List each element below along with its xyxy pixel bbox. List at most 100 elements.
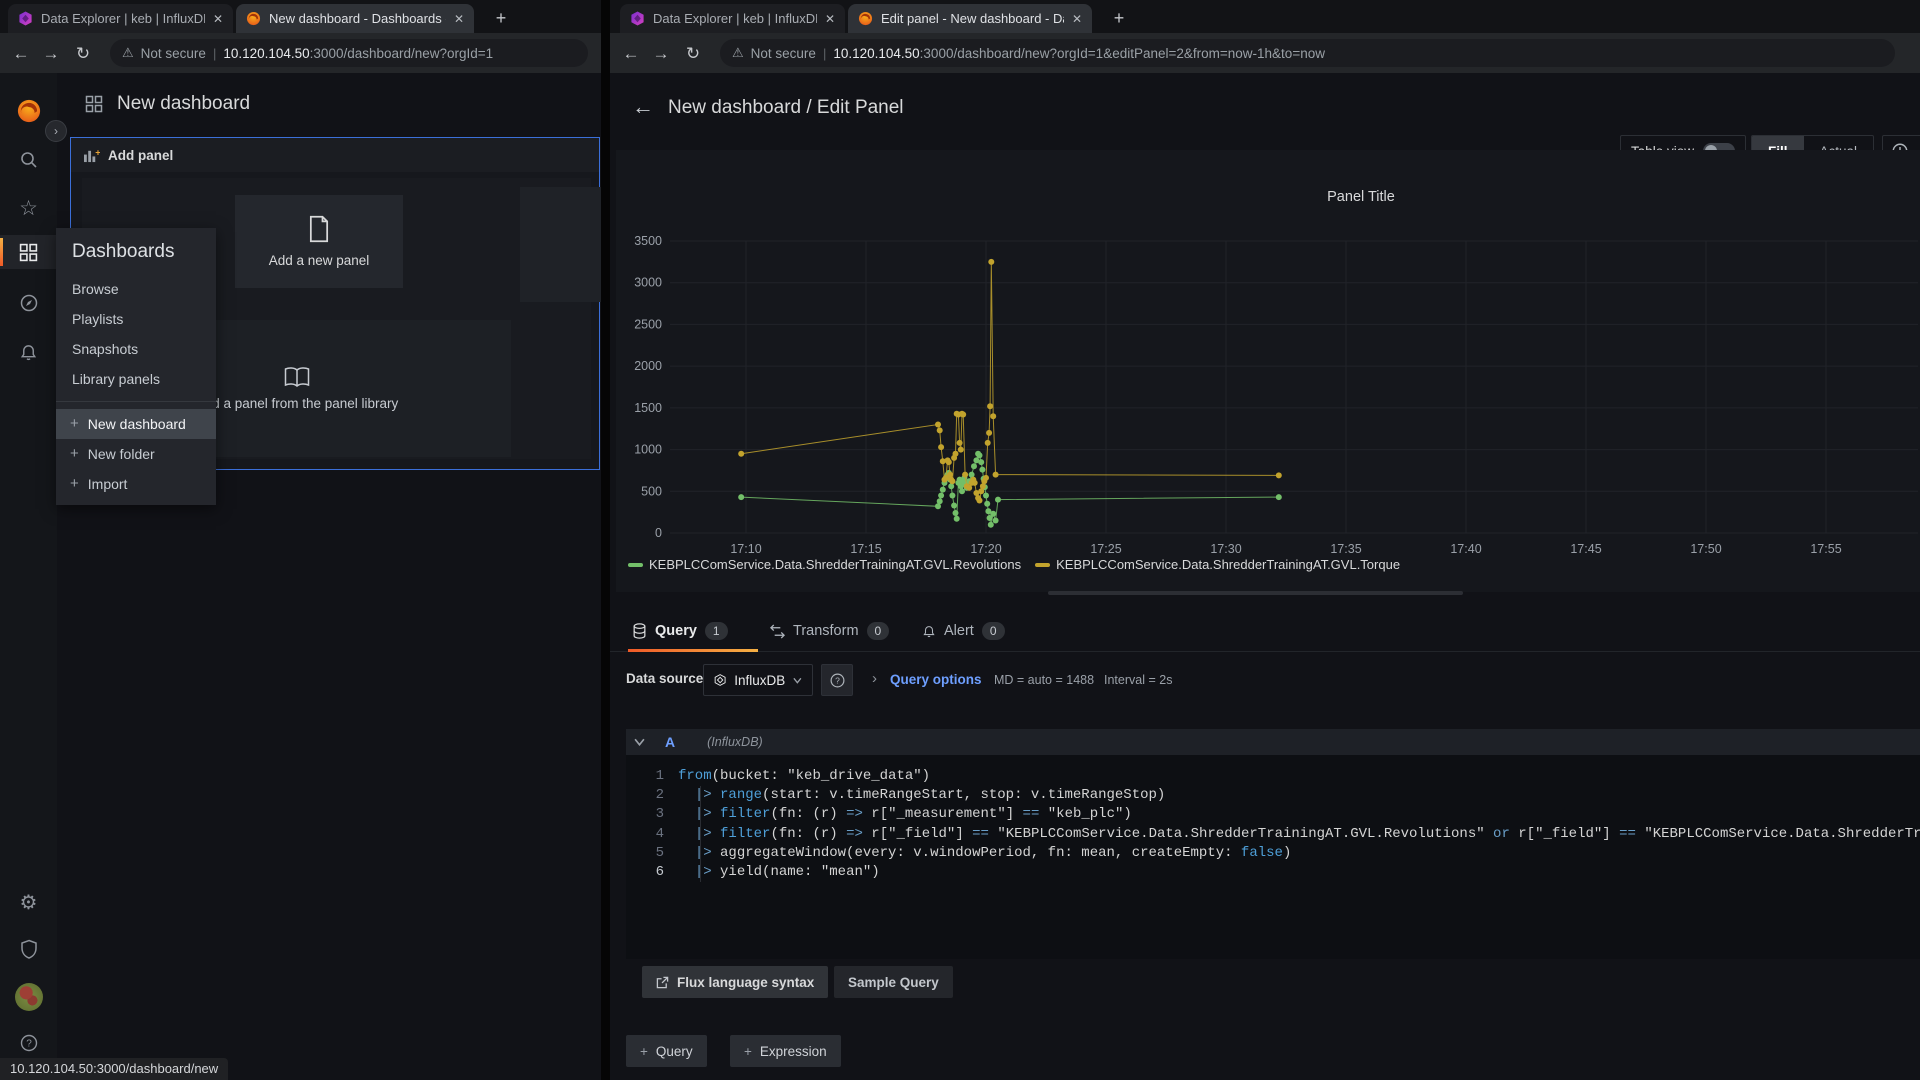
not-secure-warning-icon[interactable]: ⚠ [732,45,744,61]
back-arrow-icon[interactable]: ← [632,94,654,120]
reload-button[interactable]: ↻ [680,41,706,67]
grafana-new-dashboard-page: ☆ [0,73,601,1080]
horizontal-scrollbar[interactable] [1048,591,1463,595]
sample-query-button[interactable]: Sample Query [834,966,953,998]
tab-close-icon[interactable]: ✕ [1072,12,1082,26]
grafana-logo[interactable] [0,98,57,124]
menu-action-import[interactable]: + Import [56,469,216,499]
back-button[interactable]: ← [8,41,34,67]
svg-text:3000: 3000 [634,276,662,290]
svg-text:17:35: 17:35 [1330,542,1361,556]
new-tab-button[interactable]: + [1108,8,1130,30]
menu-action-new-folder[interactable]: + New folder [56,439,216,469]
security-label: Not secure [141,46,206,61]
add-panel-header[interactable]: + Add panel [71,138,599,172]
plus-icon: + [640,1044,648,1059]
forward-button[interactable]: → [648,41,674,67]
grafana-favicon [858,11,873,26]
plus-icon: + [70,439,79,469]
menu-action-new-dashboard[interactable]: + New dashboard [56,409,216,439]
admin-shield-icon[interactable] [0,936,57,962]
add-query-button[interactable]: + Query [626,1035,707,1067]
legend-series-name: KEBPLCComService.Data.ShredderTrainingAT… [649,557,1021,572]
code-line[interactable]: 3 |> filter(fn: (r) => r["_measurement"]… [626,805,1920,824]
tab-title: Edit panel - New dashboard - Da [881,11,1064,26]
legend-item[interactable]: KEBPLCComService.Data.ShredderTrainingAT… [628,557,1021,572]
legend-swatch [1035,563,1050,567]
time-series-chart[interactable]: 050010001500200025003000350017:1017:1517… [618,155,1918,585]
desktop: Data Explorer | keb | InfluxDB ✕ New das… [0,0,1920,1080]
user-avatar[interactable] [0,983,57,1011]
datasource-picker[interactable]: InfluxDB [703,664,813,696]
add-new-panel-tile[interactable]: Add a new panel [235,195,403,288]
tab-close-icon[interactable]: ✕ [825,12,835,26]
code-line[interactable]: 5 |> aggregateWindow(every: v.windowPeri… [626,844,1920,863]
tab-alert[interactable]: Alert 0 [922,612,1005,650]
line-number: 3 [626,805,678,824]
code-text: from(bucket: "keb_drive_data") [678,767,930,786]
legend-series-name: KEBPLCComService.Data.ShredderTrainingAT… [1056,557,1400,572]
search-icon[interactable] [0,147,57,173]
code-text: |> aggregateWindow(every: v.windowPeriod… [678,844,1291,863]
menu-item-browse[interactable]: Browse [56,274,216,304]
tab-close-icon[interactable]: ✕ [454,12,464,26]
legend-item[interactable]: KEBPLCComService.Data.ShredderTrainingAT… [1035,557,1400,572]
flux-syntax-button[interactable]: Flux language syntax [642,966,828,998]
code-text: |> filter(fn: (r) => r["_measurement"] =… [678,805,1132,824]
add-new-panel-label: Add a new panel [269,253,370,268]
svg-text:2500: 2500 [634,317,662,331]
max-datapoints-info: MD = auto = 1488 [994,673,1094,687]
query-row-header[interactable]: A (InfluxDB) [626,729,1920,755]
code-text: |> filter(fn: (r) => r["_field"] == "KEB… [678,825,1920,844]
datasource-help-button[interactable]: ? [821,664,853,696]
browser-tab[interactable]: Data Explorer | keb | InfluxDB ✕ [8,4,233,33]
sidebar-dashboards-active[interactable] [0,235,57,269]
code-line[interactable]: 2 |> range(start: v.timeRangeStart, stop… [626,786,1920,805]
tab-title: Data Explorer | keb | InfluxDB [653,11,817,26]
chevron-down-icon [793,677,802,684]
help-circle-icon: ? [829,672,846,689]
add-expression-button[interactable]: + Expression [730,1035,841,1067]
menu-item-snapshots[interactable]: Snapshots [56,334,216,364]
browser-toolbar: ← → ↻ ⚠ Not secure | 10.120.104.50:3000/… [0,33,601,73]
browser-tab-active[interactable]: Edit panel - New dashboard - Da ✕ [848,4,1092,33]
external-link-icon [656,976,669,989]
svg-text:17:30: 17:30 [1210,542,1241,556]
star-icon[interactable]: ☆ [0,195,57,221]
alerting-bell-icon[interactable] [0,339,57,365]
address-bar[interactable]: ⚠ Not secure | 10.120.104.50:3000/dashbo… [110,39,588,67]
tab-transform[interactable]: Transform 0 [770,612,889,650]
influxdb-icon [714,673,726,687]
sidebar-expand-chevron[interactable]: › [45,120,67,142]
code-line[interactable]: 4 |> filter(fn: (r) => r["_field"] == "K… [626,825,1920,844]
database-icon [632,623,647,639]
query-options-link[interactable]: Query options [890,672,982,687]
help-icon[interactable]: ? [0,1030,57,1056]
forward-button[interactable]: → [38,41,64,67]
apps-grid-icon [85,95,103,113]
code-line[interactable]: 6 |> yield(name: "mean") [626,863,1920,882]
reload-button[interactable]: ↻ [70,41,96,67]
address-bar[interactable]: ⚠ Not secure | 10.120.104.50:3000/dashbo… [720,39,1895,67]
code-text: |> yield(name: "mean") [678,863,880,882]
explore-compass-icon[interactable] [0,290,57,316]
code-line[interactable]: 1from(bucket: "keb_drive_data") [626,767,1920,786]
back-button[interactable]: ← [618,41,644,67]
browser-tab[interactable]: Data Explorer | keb | InfluxDB ✕ [620,4,845,33]
not-secure-warning-icon[interactable]: ⚠ [122,45,134,61]
svg-text:17:25: 17:25 [1090,542,1121,556]
influxdb-favicon [18,11,33,26]
flux-code-editor[interactable]: 1from(bucket: "keb_drive_data")2 |> rang… [626,755,1920,959]
dashboards-menu: Dashboards Browse Playlists Snapshots Li… [56,228,216,505]
tab-close-icon[interactable]: ✕ [213,12,223,26]
browser-tab-active[interactable]: New dashboard - Dashboards - ✕ [236,4,474,33]
tab-query[interactable]: Query 1 [632,612,728,650]
options-expand-chevron[interactable]: › [872,670,877,687]
menu-item-playlists[interactable]: Playlists [56,304,216,334]
settings-gear-icon[interactable]: ⚙ [0,889,57,915]
datasource-label: Data source [626,671,703,686]
new-tab-button[interactable]: + [490,8,512,30]
menu-item-library-panels[interactable]: Library panels [56,364,216,394]
tab-badge: 0 [982,622,1005,640]
line-number: 5 [626,844,678,863]
